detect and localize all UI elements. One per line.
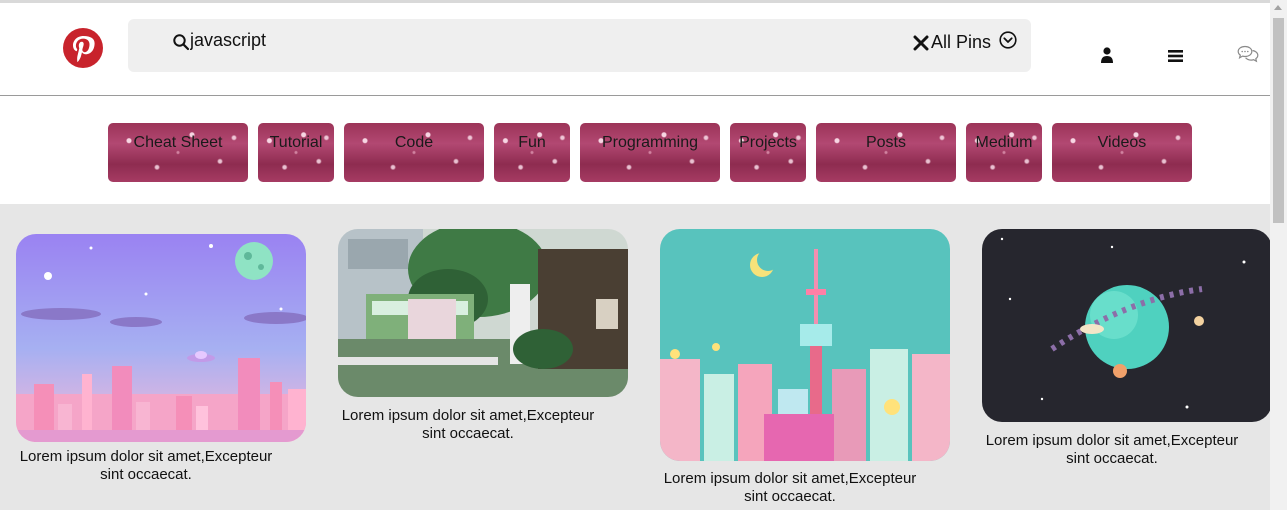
pin-caption: Lorem ipsum dolor sit amet,Excepteur sin… xyxy=(985,432,1239,467)
pin-caption: Lorem ipsum dolor sit amet,Excepteur sin… xyxy=(341,407,595,442)
pinterest-logo[interactable] xyxy=(63,28,103,68)
category-chip[interactable]: Tutorial xyxy=(258,123,334,182)
pin-card[interactable]: Lorem ipsum dolor sit amet,Excepteur sin… xyxy=(644,204,966,510)
pin-caption: Lorem ipsum dolor sit amet,Excepteur sin… xyxy=(663,470,917,505)
pin-feed: Lorem ipsum dolor sit amet,Excepteur sin… xyxy=(0,204,1272,510)
search-input[interactable] xyxy=(190,28,790,52)
category-label: Projects xyxy=(739,134,797,151)
scrollbar-thumb[interactable] xyxy=(1273,18,1284,223)
scope-dropdown-label[interactable]: All Pins xyxy=(931,32,991,53)
menu-icon[interactable] xyxy=(1168,50,1183,62)
category-chip[interactable]: Projects xyxy=(730,123,806,182)
category-chip[interactable]: Posts xyxy=(816,123,956,182)
category-label: Programming xyxy=(601,134,699,151)
category-label: Videos xyxy=(1097,134,1147,151)
category-label: Fun xyxy=(518,134,546,151)
user-icon[interactable] xyxy=(1100,47,1114,63)
pin-card[interactable]: Lorem ipsum dolor sit amet,Excepteur sin… xyxy=(0,204,320,510)
pin-caption: Lorem ipsum dolor sit amet,Excepteur sin… xyxy=(19,448,273,483)
pin-image[interactable] xyxy=(660,229,950,461)
category-label: Tutorial xyxy=(269,134,323,151)
category-chip[interactable]: Medium xyxy=(966,123,1042,182)
pinterest-p-icon xyxy=(73,36,95,63)
category-label: Medium xyxy=(975,134,1033,151)
chevron-down-icon[interactable] xyxy=(999,31,1017,49)
category-chip[interactable]: Programming xyxy=(580,123,720,182)
vertical-scrollbar[interactable] xyxy=(1270,0,1287,510)
category-chip[interactable]: Fun xyxy=(494,123,570,182)
category-bar: Cheat Sheet Tutorial Code Fun Programmin… xyxy=(0,96,1270,204)
category-chip[interactable]: Code xyxy=(344,123,484,182)
category-label: Cheat Sheet xyxy=(133,134,223,151)
header: All Pins xyxy=(0,3,1270,96)
search-icon[interactable] xyxy=(172,33,190,51)
pin-image[interactable] xyxy=(16,234,306,442)
chat-icon[interactable] xyxy=(1237,45,1259,63)
category-chip[interactable]: Videos xyxy=(1052,123,1192,182)
category-chip[interactable]: Cheat Sheet xyxy=(108,123,248,182)
scroll-up-icon[interactable] xyxy=(1274,5,1282,10)
category-label: Posts xyxy=(865,134,906,151)
pin-image[interactable] xyxy=(338,229,628,397)
pin-image[interactable] xyxy=(982,229,1272,422)
category-label: Code xyxy=(394,134,434,151)
pin-card[interactable]: Lorem ipsum dolor sit amet,Excepteur sin… xyxy=(966,204,1272,510)
search-bar: All Pins xyxy=(128,19,1031,72)
pin-card[interactable]: Lorem ipsum dolor sit amet,Excepteur sin… xyxy=(322,204,644,510)
close-icon[interactable] xyxy=(913,35,929,51)
